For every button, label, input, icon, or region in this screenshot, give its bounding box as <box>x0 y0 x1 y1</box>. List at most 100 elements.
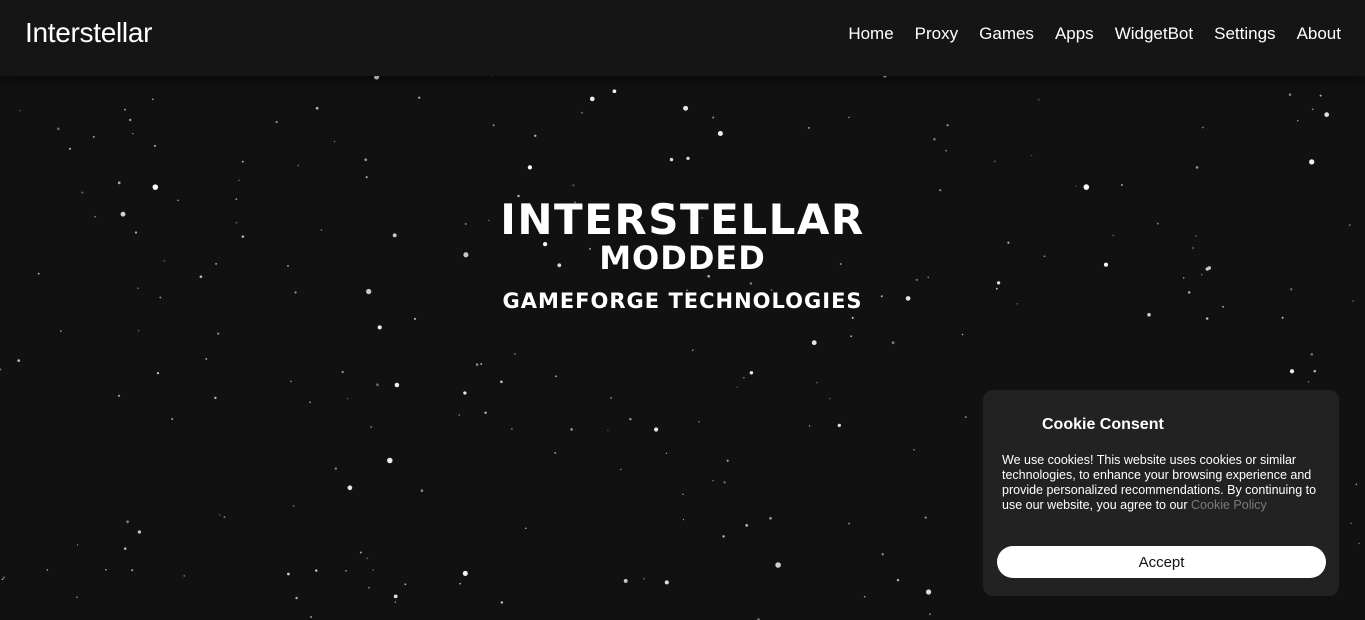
accept-cookies-button[interactable]: Accept <box>997 546 1326 578</box>
star-dot <box>682 518 685 521</box>
star-dot <box>205 357 208 360</box>
star-dot <box>775 562 781 568</box>
star-dot <box>347 485 353 491</box>
star-dot <box>612 89 617 94</box>
cookie-consent-dialog: Cookie Consent We use cookies! This webs… <box>983 390 1339 596</box>
star-dot <box>364 158 368 162</box>
star-dot <box>511 428 513 430</box>
star-dot <box>891 341 895 345</box>
star-dot <box>929 613 931 616</box>
star-dot <box>56 127 60 131</box>
brand-logo-text[interactable]: Interstellar <box>25 17 152 49</box>
star-dot <box>156 371 160 375</box>
star-dot <box>749 371 754 375</box>
star-dot <box>807 126 810 129</box>
star-dot <box>1288 93 1292 96</box>
star-dot <box>394 382 400 388</box>
star-dot <box>554 375 557 378</box>
star-dot <box>623 578 628 583</box>
star-dot <box>420 489 424 493</box>
star-dot <box>534 134 537 137</box>
star-dot <box>368 586 370 589</box>
star-dot <box>1031 154 1033 157</box>
star-dot <box>837 423 841 428</box>
star-dot <box>394 601 397 603</box>
star-dot <box>462 570 468 576</box>
star-dot <box>223 516 226 518</box>
star-dot <box>712 480 714 482</box>
star-dot <box>370 426 373 428</box>
star-dot <box>1324 112 1330 117</box>
star-dot <box>117 181 121 185</box>
star-dot <box>1083 184 1090 190</box>
nav-link-games[interactable]: Games <box>979 24 1034 44</box>
star-dot <box>726 459 729 462</box>
star-dot <box>377 325 382 330</box>
star-dot <box>1311 108 1314 111</box>
star-dot <box>310 616 312 618</box>
nav-link-proxy[interactable]: Proxy <box>915 24 958 44</box>
star-dot <box>926 589 932 595</box>
star-dot <box>1038 99 1040 101</box>
star-dot <box>417 96 421 99</box>
star-dot <box>607 429 609 432</box>
star-dot <box>341 370 344 374</box>
nav-link-widgetbot[interactable]: WidgetBot <box>1115 24 1193 44</box>
nav-link-about[interactable]: About <box>1297 24 1341 44</box>
star-dot <box>475 363 479 366</box>
star-dot <box>572 184 575 187</box>
star-dot <box>372 569 374 571</box>
star-dot <box>492 124 495 127</box>
star-dot <box>1195 166 1199 169</box>
star-dot <box>128 118 132 122</box>
star-dot <box>643 577 646 580</box>
star-dot <box>126 520 129 524</box>
star-dot <box>387 457 393 464</box>
star-dot <box>68 147 72 150</box>
star-dot <box>1358 542 1360 545</box>
star-dot <box>669 157 674 162</box>
star-dot <box>1319 94 1322 97</box>
star-dot <box>1310 352 1314 356</box>
star-dot <box>769 517 772 520</box>
star-dot <box>137 330 140 332</box>
star-dot <box>217 332 220 335</box>
star-dot <box>376 383 379 387</box>
star-dot <box>629 417 632 421</box>
nav-link-apps[interactable]: Apps <box>1055 24 1094 44</box>
star-dot <box>1355 483 1358 486</box>
star-dot <box>1289 369 1295 374</box>
star-dot <box>366 557 369 560</box>
star-dot <box>698 420 700 423</box>
star-dot <box>828 397 831 400</box>
star-dot <box>309 401 311 404</box>
star-dot <box>961 333 964 336</box>
star-dot <box>241 160 244 163</box>
star-dot <box>117 394 121 397</box>
cookie-consent-text: We use cookies! This website uses cookie… <box>1002 453 1322 513</box>
star-dot <box>945 149 947 152</box>
star-dot <box>137 530 142 534</box>
star-dot <box>1120 184 1123 186</box>
star-dot <box>1309 159 1315 165</box>
star-dot <box>946 124 949 127</box>
star-dot <box>152 184 159 190</box>
star-dot <box>463 391 467 395</box>
star-dot <box>933 137 936 141</box>
nav-link-home[interactable]: Home <box>848 24 893 44</box>
star-dot <box>994 160 996 163</box>
cookie-policy-link[interactable]: Cookie Policy <box>1191 498 1267 512</box>
star-dot <box>1307 381 1310 383</box>
star-dot <box>1075 185 1077 187</box>
hero-subtitle: MODDED <box>599 239 766 277</box>
star-dot <box>105 568 107 571</box>
star-dot <box>620 468 622 471</box>
star-dot <box>723 481 726 484</box>
star-dot <box>939 188 942 192</box>
star-dot <box>1201 126 1204 129</box>
star-dot <box>359 551 362 554</box>
nav-link-settings[interactable]: Settings <box>1214 24 1275 44</box>
star-dot <box>60 330 62 332</box>
star-dot <box>0 368 2 371</box>
star-dot <box>315 106 319 110</box>
